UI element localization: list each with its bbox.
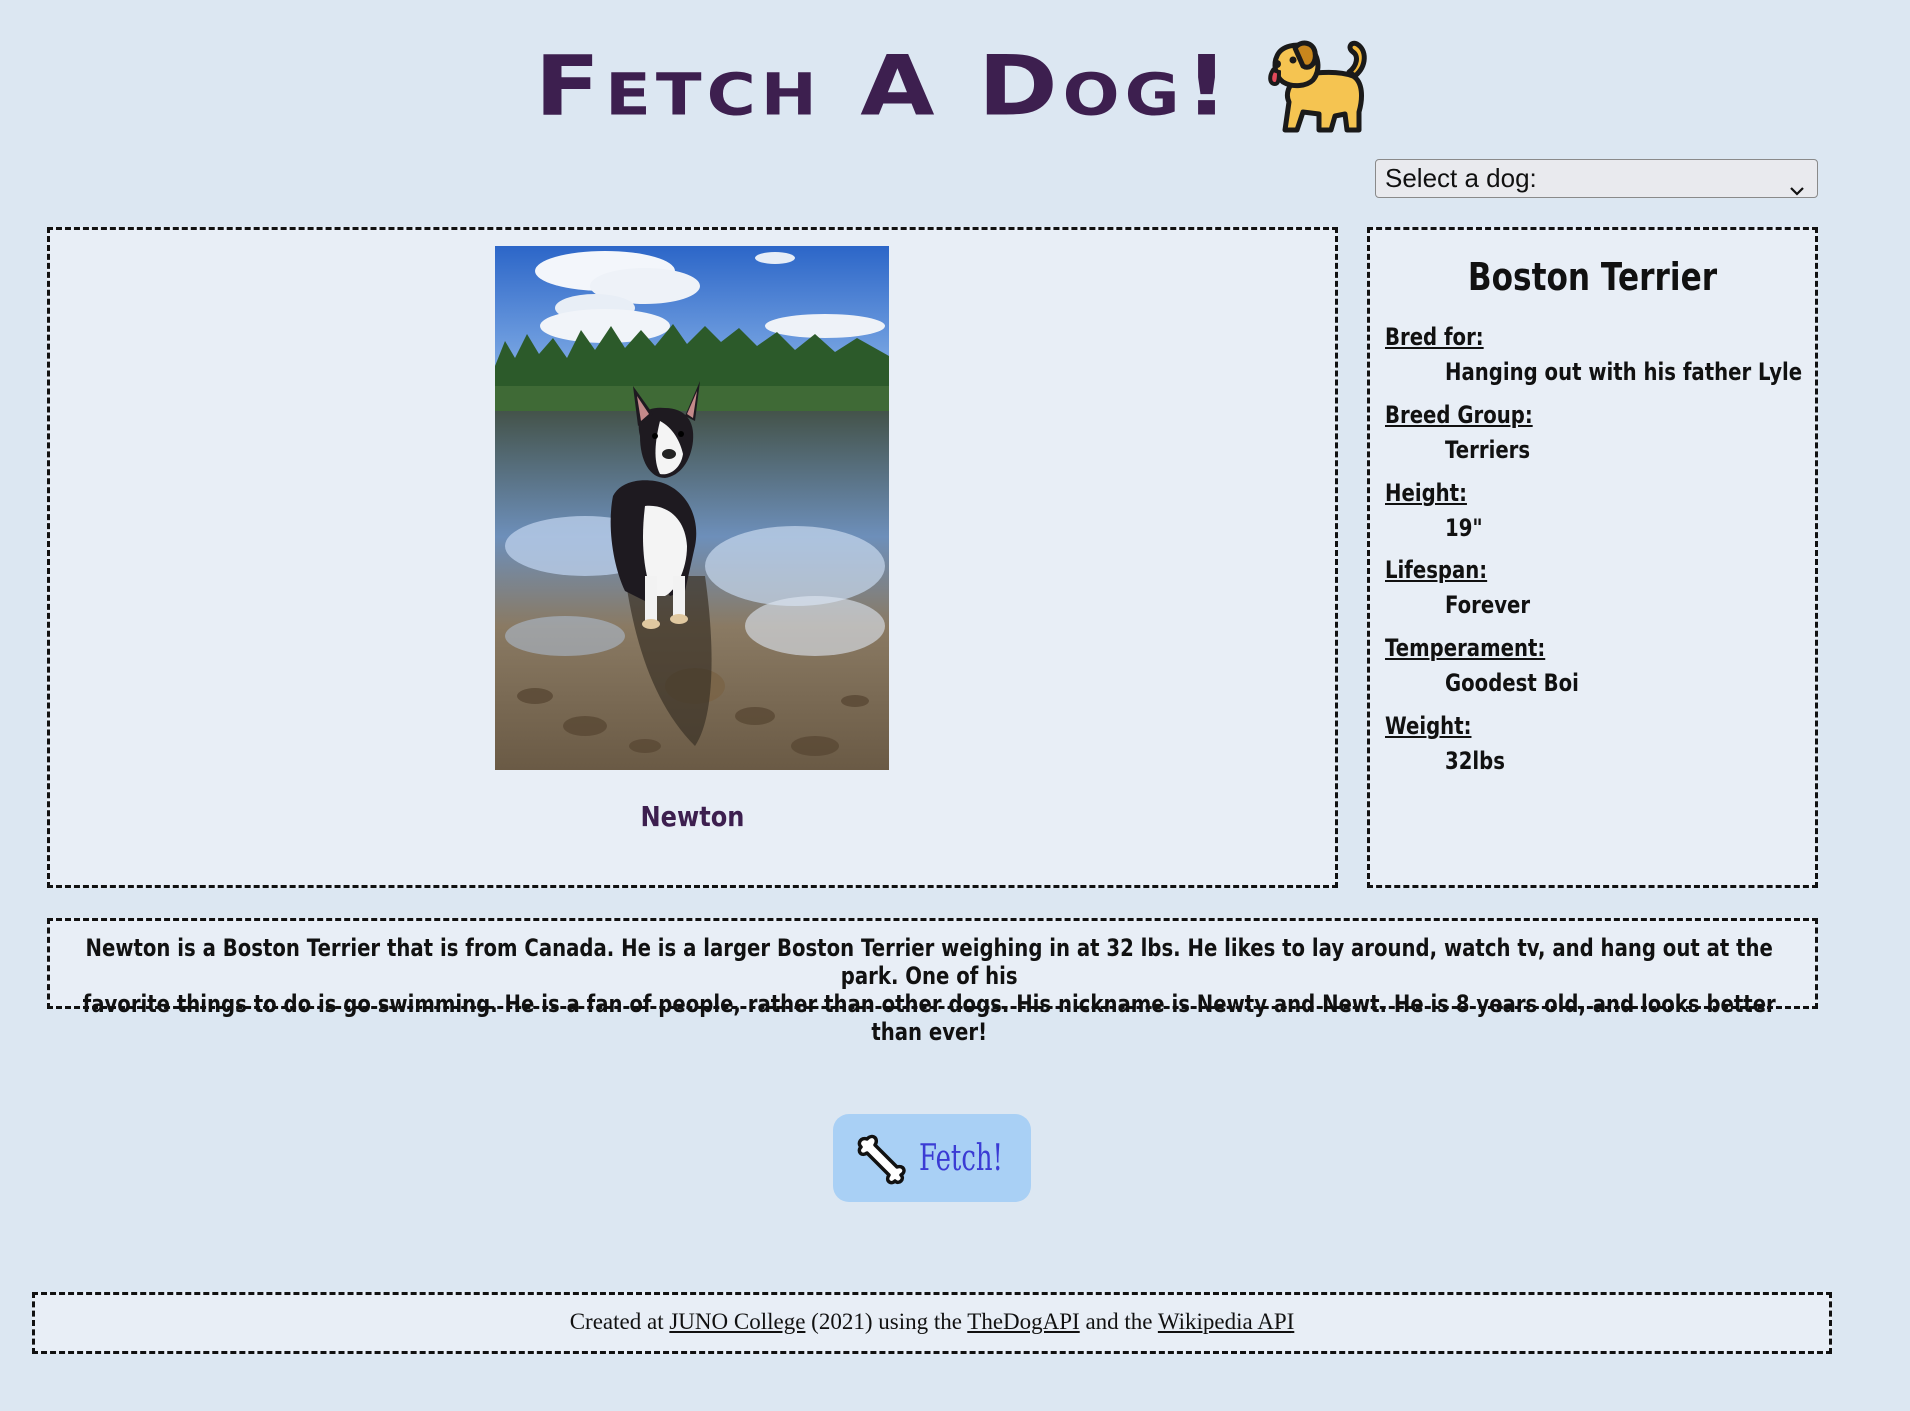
chevron-down-icon <box>1789 173 1805 196</box>
dog-icon <box>1267 36 1375 136</box>
footer-middle-1: (2021) using the <box>805 1309 968 1334</box>
fetch-button-label: Fetch! <box>919 1137 1003 1179</box>
lifespan-value: Forever <box>1445 591 1531 619</box>
footer-prefix: Created at <box>569 1309 670 1334</box>
juno-college-link[interactable]: JUNO College <box>669 1309 805 1334</box>
temperament-value: Goodest Boi <box>1445 669 1579 697</box>
footer-middle-2: and the <box>1079 1309 1158 1334</box>
height-label: Height: <box>1385 479 1467 507</box>
weight-label: Weight: <box>1385 712 1472 740</box>
breed-group-value: Terriers <box>1445 436 1531 464</box>
lifespan-label: Lifespan: <box>1385 556 1488 584</box>
weight-value: 32lbs <box>1445 747 1505 775</box>
description-line-1: Newton is a Boston Terrier that is from … <box>85 934 1773 990</box>
page-title: Fetch A Dog! <box>534 37 1234 135</box>
breed-title: Boston Terrier <box>1467 255 1718 299</box>
dog-name-caption: Newton <box>640 800 745 833</box>
thedogapi-link[interactable]: TheDogAPI <box>967 1309 1079 1334</box>
breed-group-label: Breed Group: <box>1385 401 1533 429</box>
dog-description: Newton is a Boston Terrier that is from … <box>60 934 1805 1046</box>
dog-photo <box>495 246 889 770</box>
footer-credits: Created at JUNO College (2021) using the… <box>32 1309 1832 1335</box>
page-header: Fetch A Dog! <box>0 26 1910 146</box>
wikipedia-api-link[interactable]: Wikipedia API <box>1158 1309 1294 1334</box>
dog-select-value: Select a dog: <box>1385 163 1537 193</box>
bred-for-label: Bred for: <box>1385 323 1484 351</box>
bone-icon <box>855 1131 911 1185</box>
height-value: 19" <box>1445 514 1483 542</box>
fetch-button[interactable]: Fetch! <box>833 1114 1031 1202</box>
bred-for-value: Hanging out with his father Lyle <box>1445 358 1803 386</box>
description-line-2: favorite things to do is go swimming. He… <box>82 990 1776 1046</box>
temperament-label: Temperament: <box>1385 634 1546 662</box>
dog-select[interactable]: Select a dog: <box>1375 159 1818 198</box>
